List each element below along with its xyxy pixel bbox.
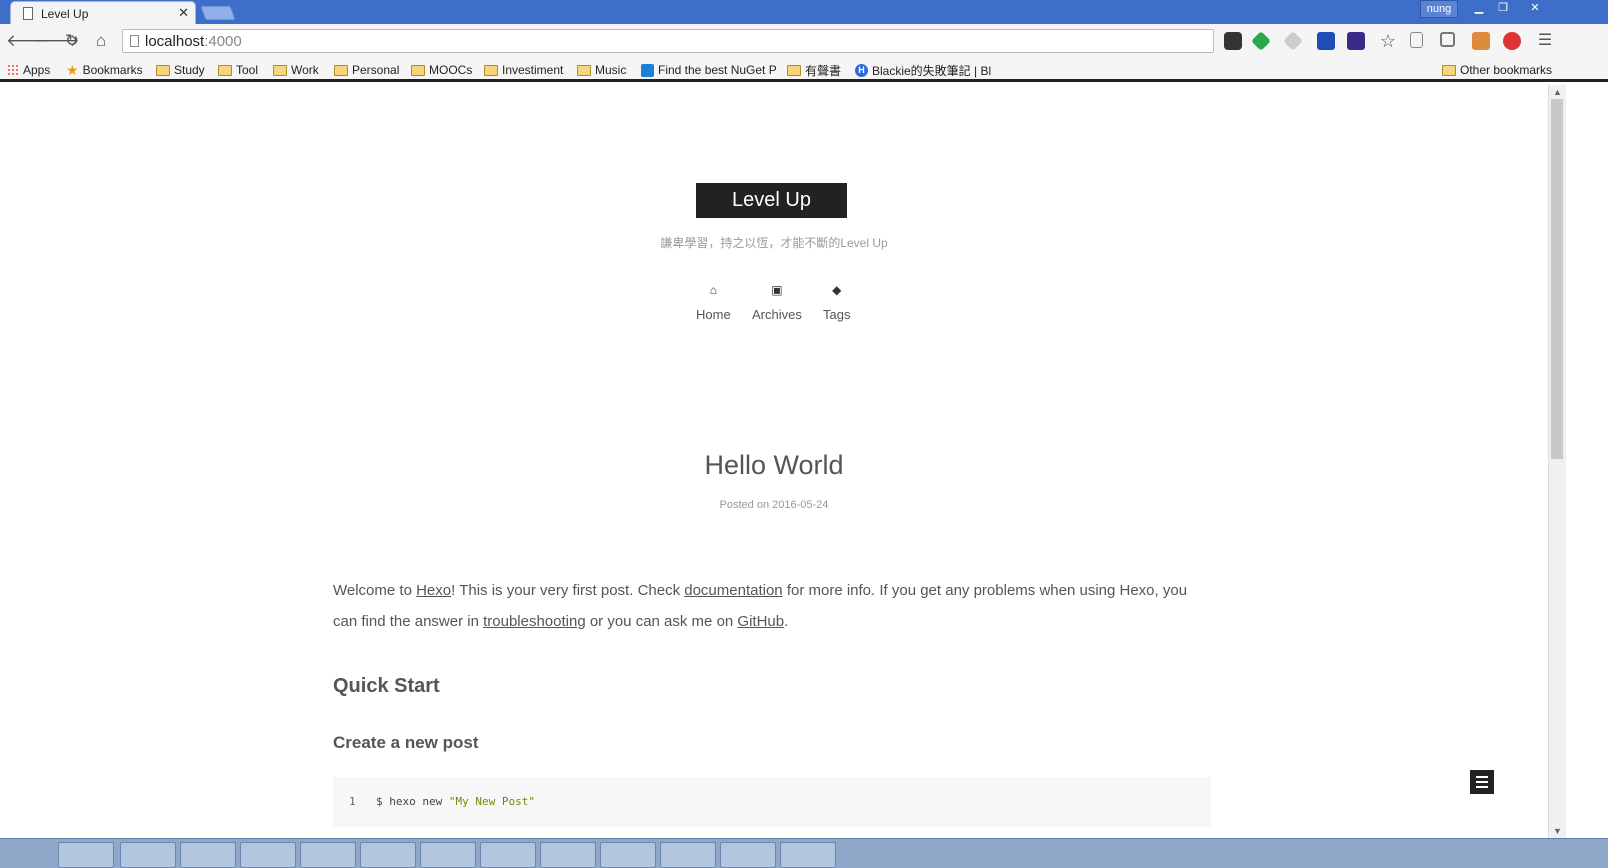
code-block: 1 $ hexo new "My New Post"	[333, 777, 1211, 827]
bookmark-star-icon[interactable]: ☆	[1378, 31, 1398, 51]
folder-icon	[484, 64, 498, 76]
scroll-thumb[interactable]	[1551, 99, 1563, 459]
bookmark-apps[interactable]: Apps	[7, 61, 50, 79]
url-text: localhost:4000	[145, 33, 242, 50]
folder-icon	[273, 64, 287, 76]
bookmark-tool[interactable]: Tool	[218, 61, 258, 79]
folder-icon	[787, 64, 801, 76]
address-bar[interactable]: localhost:4000	[122, 29, 1214, 53]
extension-icon[interactable]	[1410, 32, 1423, 48]
page-scrollbar[interactable]: ▲ ▼	[1548, 85, 1566, 838]
bookmark-audiobooks[interactable]: 有聲書	[787, 61, 841, 79]
tags-icon: ◆	[832, 283, 842, 297]
extension-icon[interactable]	[1472, 32, 1490, 50]
folder-icon	[218, 64, 232, 76]
bookmark-moocs[interactable]: MOOCs	[411, 61, 472, 79]
github-link[interactable]: GitHub	[737, 613, 784, 630]
home-icon: ⌂	[709, 283, 717, 297]
nav-tags[interactable]: ◆ Tags	[823, 283, 850, 322]
bookmark-work[interactable]: Work	[273, 61, 319, 79]
browser-toolbar: 🡐 🡒 ↻ ⌂ localhost:4000 ☆ ☰	[0, 24, 1608, 58]
post-date: 2016-05-24	[772, 499, 829, 511]
bookmark-blackie-blog[interactable]: H Blackie的失敗筆記 | Bl	[855, 61, 991, 79]
feedly-icon[interactable]	[1251, 31, 1271, 51]
bookmark-bookmarks[interactable]: ★ Bookmarks	[66, 61, 143, 79]
star-icon: ★	[66, 61, 79, 78]
folder-icon	[156, 64, 170, 76]
profile-button[interactable]: nung	[1420, 0, 1458, 18]
taskbar-app[interactable]	[420, 842, 476, 868]
home-icon[interactable]: ⌂	[91, 31, 111, 51]
nav-home[interactable]: ⌂ Home	[696, 283, 731, 322]
page-viewport: Level Up 謙卑學習，持之以恆，才能不斷的Level Up ⌂ Home …	[0, 85, 1548, 838]
post-title[interactable]: Hello World	[0, 450, 1548, 481]
bookmark-study[interactable]: Study	[156, 61, 205, 79]
minimize-icon[interactable]: ▁	[1468, 0, 1490, 18]
hexo-link[interactable]: Hexo	[416, 582, 451, 599]
folder-icon	[1442, 64, 1456, 76]
code-line-number: 1	[349, 795, 356, 808]
nav-archives[interactable]: ▣ Archives	[752, 283, 802, 322]
os-taskbar	[0, 838, 1608, 868]
troubleshooting-link[interactable]: troubleshooting	[483, 613, 586, 630]
new-tab-button[interactable]	[200, 6, 236, 20]
bookmark-nuget[interactable]: Find the best NuGet P	[641, 61, 777, 79]
bookmark-personal[interactable]: Personal	[334, 61, 399, 79]
taskbar-app[interactable]	[58, 842, 114, 868]
apps-grid-icon	[7, 64, 19, 76]
menu-icon[interactable]: ☰	[1535, 31, 1555, 51]
taskbar-app[interactable]	[360, 842, 416, 868]
taskbar-app[interactable]	[180, 842, 236, 868]
page-icon	[130, 35, 139, 47]
post-paragraph: Welcome to Hexo! This is your very first…	[333, 582, 1188, 630]
taskbar-app[interactable]	[240, 842, 296, 868]
scroll-up-icon[interactable]: ▲	[1553, 87, 1562, 97]
browser-tab[interactable]: Level Up ✕	[10, 1, 196, 25]
bookmark-investiment[interactable]: Investiment	[484, 61, 563, 79]
restore-icon[interactable]: ❐	[1492, 0, 1514, 18]
bookmark-music[interactable]: Music	[577, 61, 626, 79]
site-brand[interactable]: Level Up	[696, 183, 847, 218]
archive-icon: ▣	[771, 283, 783, 297]
reload-icon[interactable]: ↻	[62, 31, 82, 51]
taskbar-app[interactable]	[660, 842, 716, 868]
taskbar-app[interactable]	[720, 842, 776, 868]
taskbar-app[interactable]	[480, 842, 536, 868]
taskbar-app[interactable]	[780, 842, 836, 868]
code-line: $ hexo new "My New Post"	[376, 795, 535, 808]
close-tab-icon[interactable]: ✕	[178, 5, 189, 21]
taskbar-app[interactable]	[300, 842, 356, 868]
extension-icon[interactable]	[1283, 31, 1303, 51]
nuget-icon	[641, 63, 654, 77]
post-meta: Posted on 2016-05-24	[719, 499, 829, 511]
taskbar-app[interactable]	[540, 842, 596, 868]
bookmarks-bar: Apps ★ Bookmarks Study Tool Work Personal…	[0, 58, 1608, 82]
folder-icon	[577, 64, 591, 76]
blog-icon: H	[855, 63, 868, 77]
extension-icon[interactable]	[1503, 32, 1521, 50]
extension-icon[interactable]	[1317, 32, 1335, 50]
tab-title: Level Up	[41, 7, 89, 21]
sidebar-toggle-button[interactable]	[1470, 770, 1494, 794]
page-icon	[23, 7, 33, 20]
extension-icon[interactable]	[1347, 32, 1365, 50]
taskbar-app[interactable]	[120, 842, 176, 868]
forward-icon[interactable]: 🡒	[34, 31, 80, 51]
folder-icon	[411, 64, 425, 76]
documentation-link[interactable]: documentation	[684, 582, 782, 599]
folder-icon	[334, 64, 348, 76]
window-title-bar: Level Up ✕ nung ▁ ❐ ✕	[0, 0, 1608, 25]
back-icon[interactable]: 🡐	[6, 31, 52, 51]
taskbar-app[interactable]	[600, 842, 656, 868]
bookmark-other[interactable]: Other bookmarks	[1442, 61, 1552, 79]
site-subtitle: 謙卑學習，持之以恆，才能不斷的Level Up	[660, 236, 888, 250]
extension-icon[interactable]	[1440, 32, 1455, 47]
pocket-icon[interactable]	[1224, 32, 1242, 50]
scroll-down-icon[interactable]: ▼	[1553, 826, 1562, 836]
create-post-heading: Create a new post	[333, 733, 479, 752]
close-window-icon[interactable]: ✕	[1518, 0, 1552, 18]
quick-start-heading: Quick Start	[333, 675, 440, 697]
